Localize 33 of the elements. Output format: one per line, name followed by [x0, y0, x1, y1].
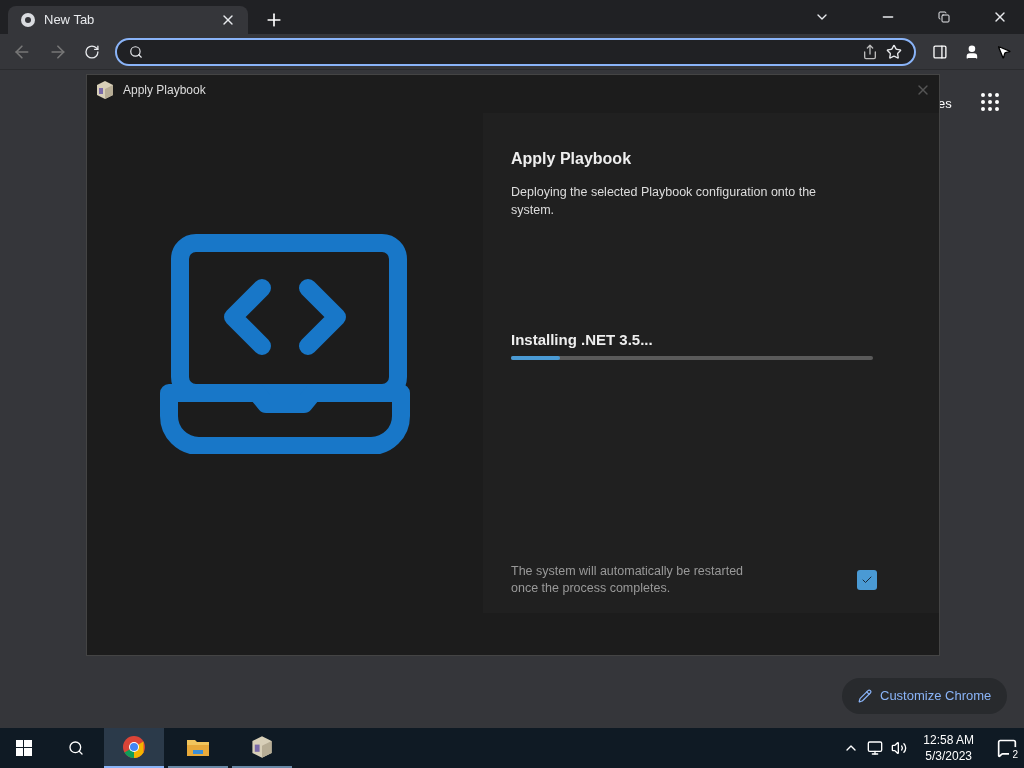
panel-description: Deploying the selected Playbook configuration onto the system. [511, 184, 818, 219]
mouse-cursor-icon [996, 43, 1012, 60]
bookmark-star-icon[interactable] [886, 43, 903, 60]
browser-tab[interactable]: New Tab [8, 6, 248, 34]
restart-checkbox[interactable] [857, 570, 877, 590]
search-icon [129, 44, 144, 59]
notification-icon [997, 738, 1017, 758]
taskbar-app[interactable] [104, 728, 164, 768]
check-icon [861, 574, 873, 586]
window-title: Apply Playbook [123, 82, 206, 99]
pencil-icon [858, 689, 872, 703]
clock-date: 5/3/2023 [925, 748, 972, 764]
restart-note: The system will automatically be restarted once the process completes. [511, 563, 745, 597]
network-icon[interactable] [867, 740, 884, 756]
address-bar[interactable] [115, 37, 917, 66]
windows-logo-icon[interactable] [16, 740, 32, 756]
panel-heading: Apply Playbook [511, 149, 633, 169]
share-icon[interactable] [862, 43, 879, 60]
volume-icon[interactable] [891, 740, 908, 756]
customize-chrome-button[interactable]: Customize Chrome [842, 678, 1008, 714]
status-text: Installing .NET 3.5... [511, 330, 654, 350]
notification-button[interactable]: 2 [990, 728, 1024, 768]
restore-icon[interactable] [938, 11, 950, 23]
apps-grid-icon[interactable] [978, 90, 1002, 114]
reload-icon[interactable] [83, 43, 100, 60]
search-icon[interactable] [68, 740, 84, 756]
tab-title: New Tab [44, 11, 96, 30]
laptop-code-icon [160, 234, 410, 454]
package-icon [250, 735, 274, 759]
package-icon [95, 80, 115, 100]
clock-time: 12:58 AM [923, 732, 974, 748]
side-panel-icon[interactable] [932, 43, 949, 60]
folder-icon [186, 737, 210, 757]
